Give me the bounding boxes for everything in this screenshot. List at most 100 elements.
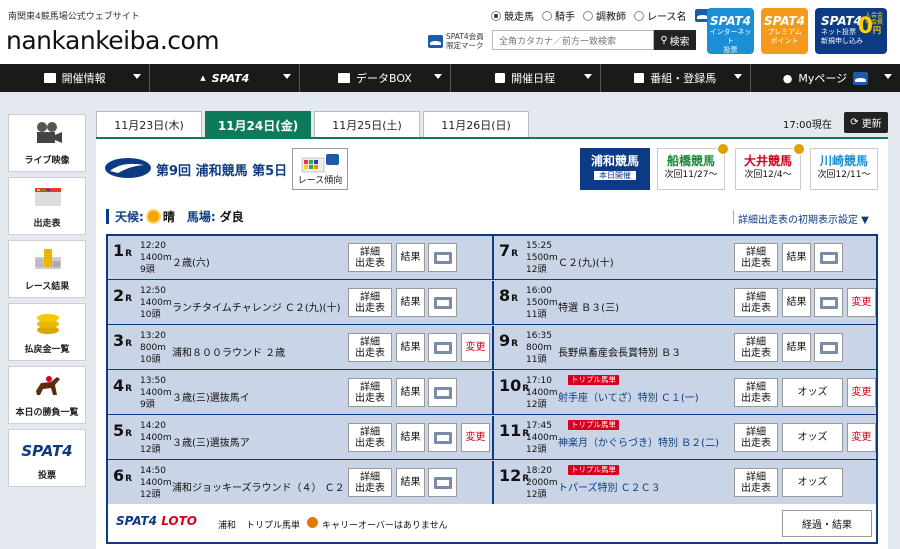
result-button[interactable]: 結果 xyxy=(396,423,425,452)
race-heads: 10頭 xyxy=(140,310,161,320)
race-name: ３歳(三)選抜馬ア xyxy=(172,438,250,449)
video-icon xyxy=(433,386,452,399)
sidebar-entry-table[interactable]: 出走表 xyxy=(8,177,86,235)
odds-button[interactable]: オッズ xyxy=(782,468,843,497)
sidebar-vote[interactable]: SPAT4 投票 xyxy=(8,429,86,487)
result-button[interactable]: 結果 xyxy=(396,333,425,362)
race-number: 9R xyxy=(499,331,519,350)
radio-jockey[interactable]: 騎手 xyxy=(542,8,575,23)
sidebar-payouts[interactable]: 払戻金一覧 xyxy=(8,303,86,361)
detail-entry-button[interactable]: 詳細 出走表 xyxy=(734,243,778,272)
race-video-button[interactable] xyxy=(428,333,457,362)
race-video-button[interactable] xyxy=(428,423,457,452)
venue-tab-urawa[interactable]: 浦和競馬 本日開催 xyxy=(580,148,650,190)
change-button[interactable]: 変更 xyxy=(461,423,490,452)
odds-button[interactable]: オッズ xyxy=(782,423,843,452)
race-trend-button[interactable]: レース傾向 xyxy=(292,148,348,190)
site-tagline: 南関東4競馬場公式ウェブサイト xyxy=(8,12,140,22)
radio-race-name[interactable]: レース名 xyxy=(634,8,687,23)
site-logo[interactable]: nankankeiba.com xyxy=(6,26,220,55)
nav-event-info[interactable]: 開催情報 xyxy=(0,64,151,92)
race-video-button[interactable] xyxy=(814,333,843,362)
calendar-icon xyxy=(495,73,506,83)
detail-entry-button[interactable]: 詳細 出走表 xyxy=(348,378,392,407)
detail-entry-button[interactable]: 詳細 出走表 xyxy=(734,423,778,452)
race-number: 11R xyxy=(499,421,530,440)
venue-tab-oi[interactable]: 大井競馬 次回12/4〜 xyxy=(735,143,805,190)
nav-spat4[interactable]: ▲ SPAT4 xyxy=(150,64,301,92)
nav-data-box[interactable]: データBOX xyxy=(300,64,451,92)
race-video-button[interactable] xyxy=(814,243,843,272)
spat4-internet-vote-banner[interactable]: SPAT4 インターネット 投票 xyxy=(707,8,754,54)
spat4-signup-banner[interactable]: SPAT4 ネット投票 新規申し込み 入会金 年会費 0円 xyxy=(815,8,887,54)
tab-date-1126[interactable]: 11月26日(日) xyxy=(423,111,529,137)
change-button[interactable]: 変更 xyxy=(847,288,876,317)
tab-date-1123[interactable]: 11月23日(木) xyxy=(96,111,202,137)
nav-program[interactable]: 番組・登録馬 xyxy=(601,64,751,92)
race-grid: 1R 12:20 1400m 9頭 ２歳(六) 詳細 出走表 結果 2R 12:50 1400m 10… xyxy=(106,234,878,505)
detail-entry-button[interactable]: 詳細 出走表 xyxy=(734,333,778,362)
racehorse-icon xyxy=(36,376,60,395)
result-button[interactable]: 結果 xyxy=(396,243,425,272)
nav-my-page[interactable]: ● Myページ xyxy=(751,64,900,92)
triple-badge: トリプル馬単 xyxy=(568,375,619,385)
progress-result-button[interactable]: 経過・結果 xyxy=(782,510,872,537)
detail-entry-button[interactable]: 詳細 出走表 xyxy=(734,288,778,317)
race-name: 浦和８００ラウンド ２歳 xyxy=(172,348,286,359)
date-tabs: 11月23日(木) 11月24日(金) 11月25日(土) 11月26日(日) xyxy=(96,111,892,138)
change-button[interactable]: 変更 xyxy=(461,333,490,362)
radio-dot-icon xyxy=(583,10,593,21)
tab-date-1124[interactable]: 11月24日(金) xyxy=(205,111,311,138)
race-cell: 1R 12:20 1400m 9頭 ２歳(六) 詳細 出走表 結果 xyxy=(108,236,492,280)
race-number: 8R xyxy=(499,286,519,305)
result-button[interactable]: 結果 xyxy=(396,378,425,407)
race-distance: 1400m xyxy=(140,478,172,488)
search-input[interactable]: 全角カタカナ／前方一致検索 xyxy=(492,30,654,50)
race-number: 12R xyxy=(499,466,530,485)
sidebar-live-video[interactable]: ライブ映像 xyxy=(8,114,86,172)
spat4-premium-point-banner[interactable]: SPAT4 プレミアム ポイント xyxy=(761,8,808,54)
change-button[interactable]: 変更 xyxy=(847,378,876,407)
radio-trainer[interactable]: 調教師 xyxy=(583,8,626,23)
result-button[interactable]: 結果 xyxy=(782,288,811,317)
race-name[interactable]: トパーズ特別 Ｃ２Ｃ３ xyxy=(558,479,661,494)
detail-entry-button[interactable]: 詳細 出走表 xyxy=(734,468,778,497)
result-button[interactable]: 結果 xyxy=(782,333,811,362)
sidebar-race-results[interactable]: レース結果 xyxy=(8,240,86,298)
race-video-button[interactable] xyxy=(428,288,457,317)
detail-entry-button[interactable]: 詳細 出走表 xyxy=(348,243,392,272)
race-video-button[interactable] xyxy=(428,378,457,407)
change-button[interactable]: 変更 xyxy=(847,423,876,452)
race-distance: 1400m xyxy=(526,433,558,443)
nav-schedule[interactable]: 開催日程 xyxy=(451,64,601,92)
venue-tab-kawasaki[interactable]: 川崎競馬 次回12/11〜 xyxy=(810,148,878,190)
tab-date-1125[interactable]: 11月25日(土) xyxy=(314,111,420,137)
detail-entry-button[interactable]: 詳細 出走表 xyxy=(348,288,392,317)
race-video-button[interactable] xyxy=(428,468,457,497)
detail-entry-button[interactable]: 詳細 出走表 xyxy=(734,378,778,407)
result-button[interactable]: 結果 xyxy=(396,468,425,497)
race-name: Ｃ２(九)(十) xyxy=(558,258,614,269)
refresh-button[interactable]: ⟳ 更新 xyxy=(844,112,888,133)
detail-entry-button[interactable]: 詳細 出走表 xyxy=(348,468,392,497)
spat4-member-icon xyxy=(853,71,869,85)
race-name[interactable]: 神楽月（かぐらづき）特別 Ｂ２(二) xyxy=(558,434,719,449)
detail-entry-button[interactable]: 詳細 出走表 xyxy=(348,423,392,452)
venue-tab-funabashi[interactable]: 船橋競馬 次回11/27〜 xyxy=(657,143,729,190)
race-video-button[interactable] xyxy=(814,288,843,317)
odds-button[interactable]: オッズ xyxy=(782,378,843,407)
race-name[interactable]: 射手座（いてざ）特別 Ｃ１(一) xyxy=(558,389,699,404)
race-video-button[interactable] xyxy=(428,243,457,272)
radio-dot-icon xyxy=(542,10,552,21)
sidebar-today-picks[interactable]: 本日の勝負一覧 xyxy=(8,366,86,424)
result-button[interactable]: 結果 xyxy=(782,243,811,272)
detail-entry-button[interactable]: 詳細 出走表 xyxy=(348,333,392,362)
race-distance: 800m xyxy=(526,343,552,353)
radio-horse[interactable]: 競走馬 xyxy=(491,8,534,23)
search-button[interactable]: ⚲ 検索 xyxy=(654,30,696,50)
sun-icon xyxy=(147,211,159,222)
race-heads: 11頭 xyxy=(526,310,547,320)
initial-display-setting-link[interactable]: 詳細出走表の初期表示設定 ▼ xyxy=(738,211,869,226)
result-button[interactable]: 結果 xyxy=(396,288,425,317)
race-name: ２歳(六) xyxy=(172,258,210,269)
